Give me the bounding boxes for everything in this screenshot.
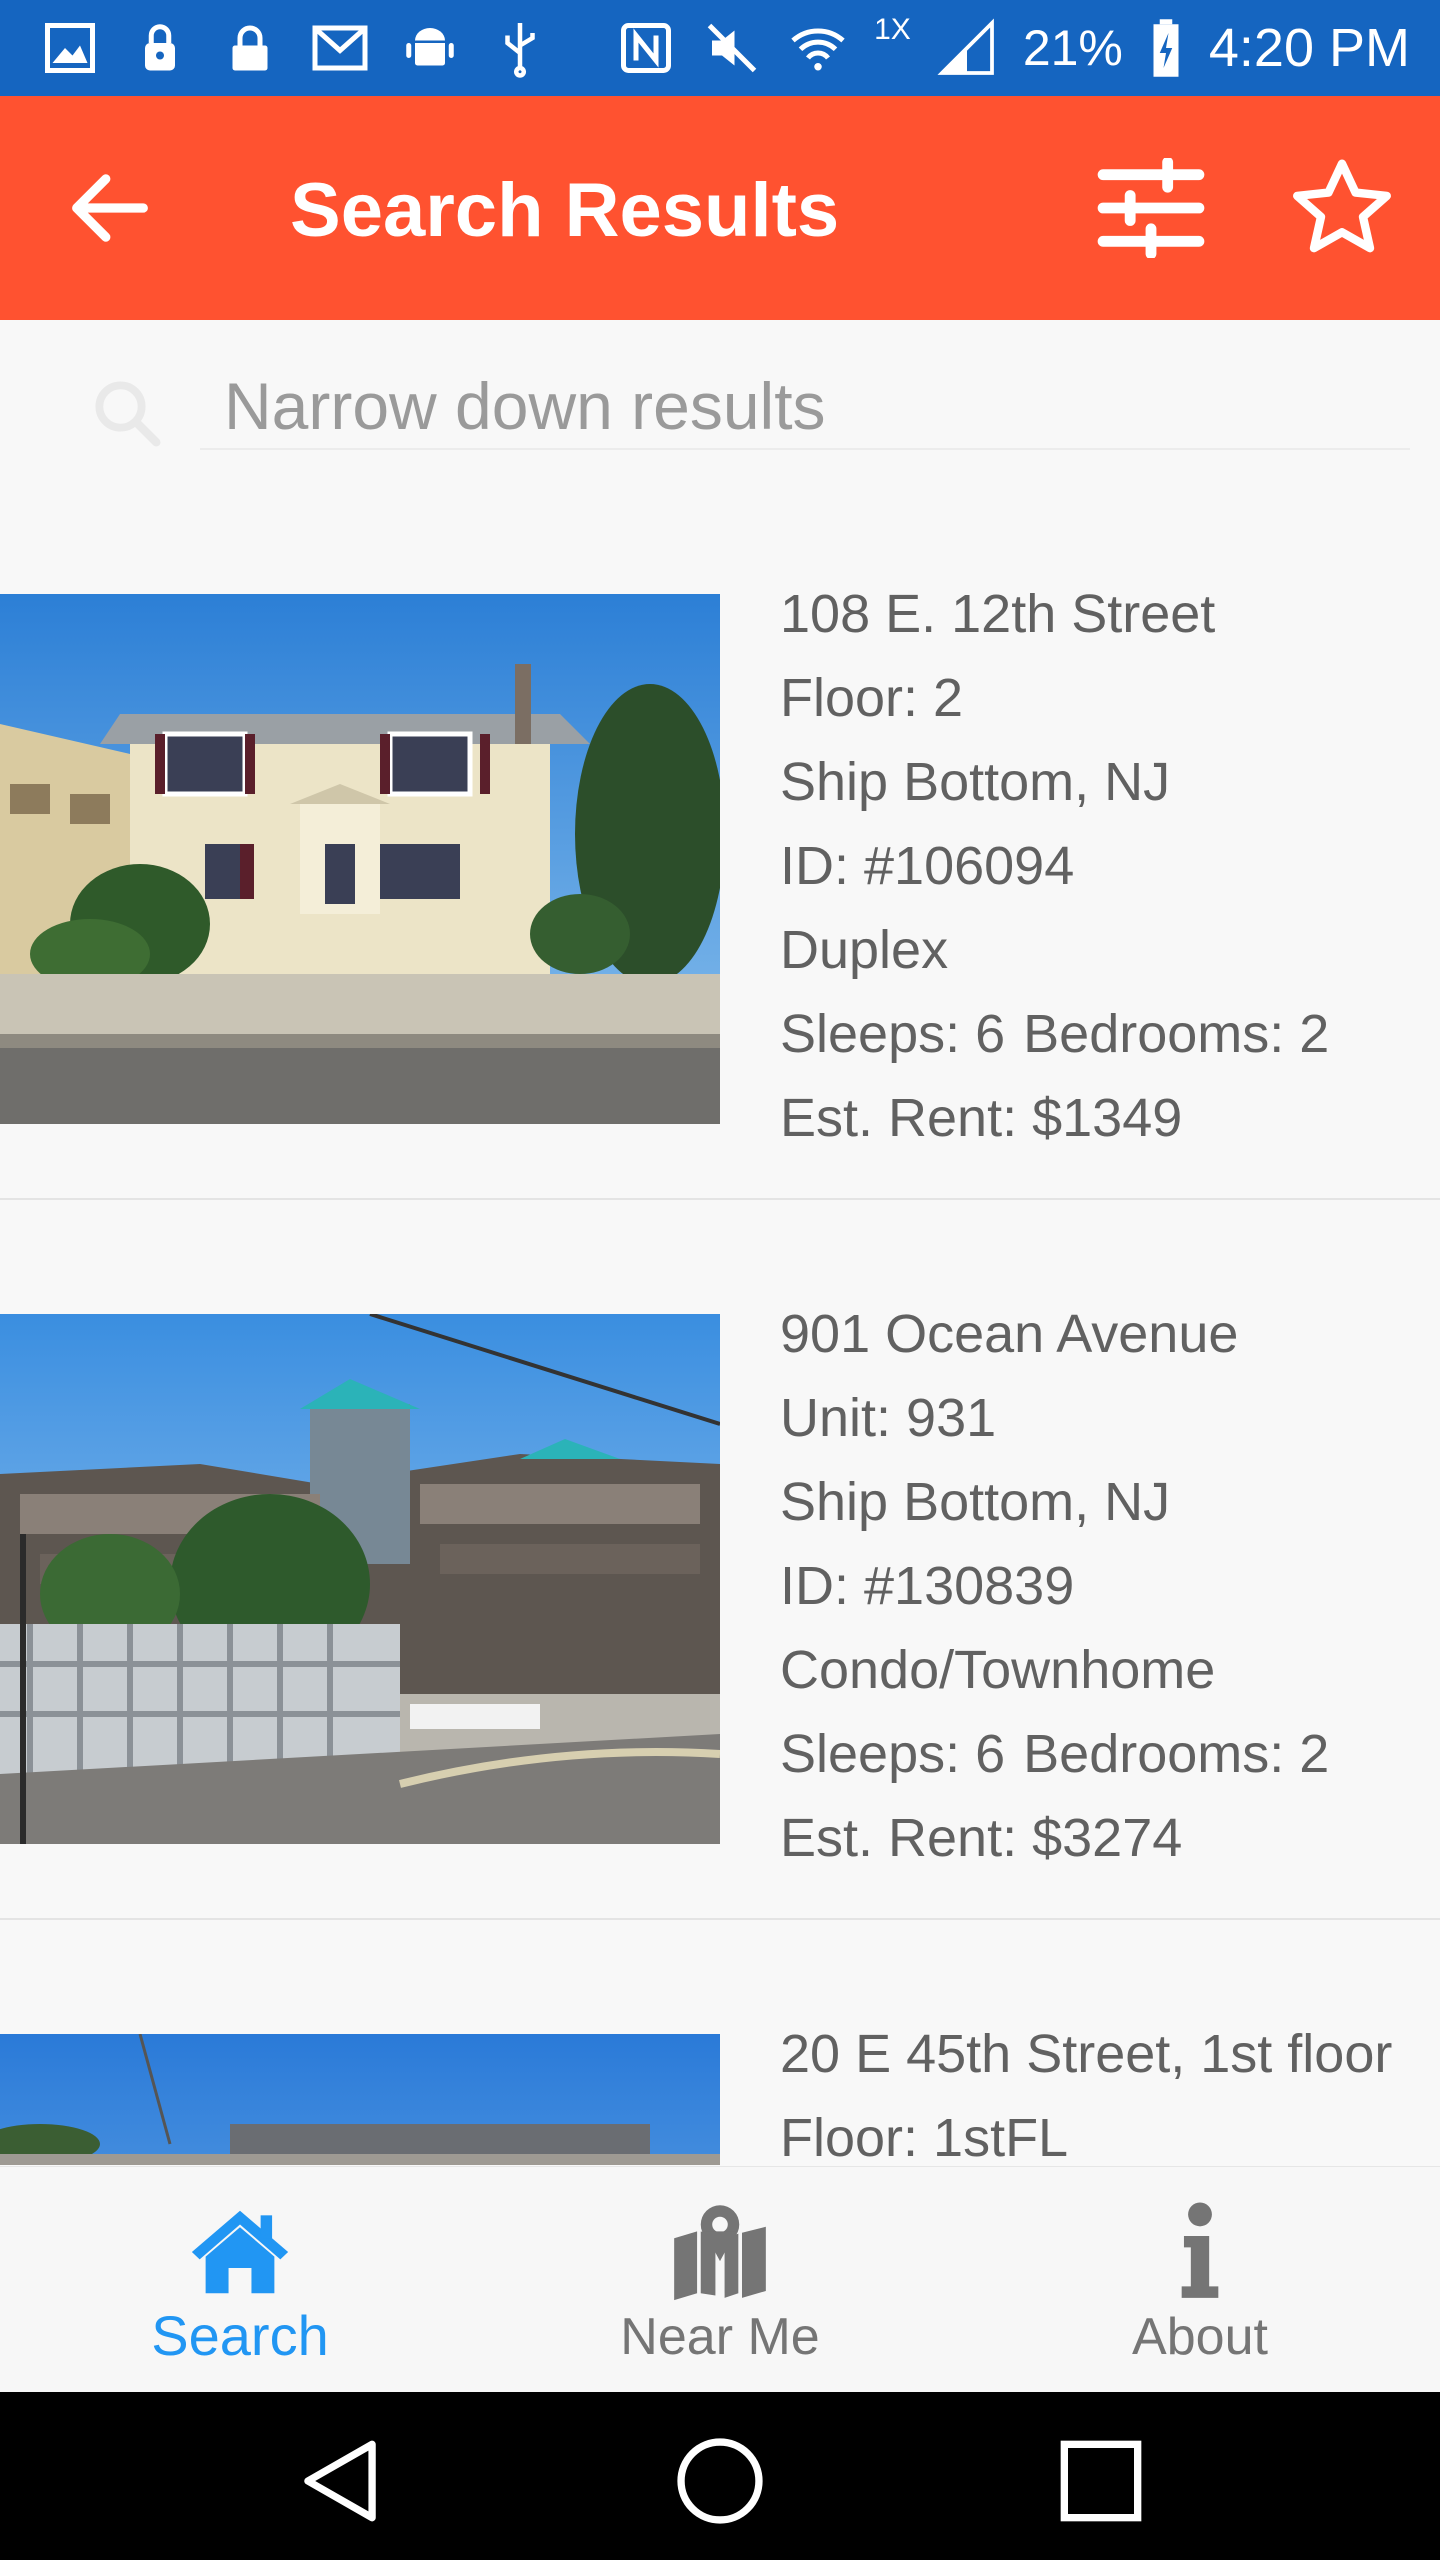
nfc-icon — [621, 23, 672, 73]
gmail-icon — [312, 25, 368, 71]
mute-icon — [707, 23, 757, 73]
property-id: ID: #106094 — [780, 836, 1075, 896]
notification-icons — [40, 18, 550, 78]
list-item[interactable]: 20 E 45th Street, 1st floor Floor: 1stFL — [0, 1920, 1440, 2165]
property-type: Condo/Townhome — [780, 1640, 1216, 1700]
gallery-icon — [45, 23, 95, 73]
tab-near-me[interactable]: Near Me — [480, 2167, 960, 2393]
home-icon — [191, 2210, 289, 2294]
list-item[interactable]: 108 E. 12th Street Floor: 2 Ship Bottom,… — [0, 480, 1440, 1200]
search-icon — [95, 381, 161, 447]
tab-search[interactable]: Search — [0, 2167, 480, 2393]
system-icons: 1X 21% 4:20 PM — [616, 10, 1410, 86]
property-details: 108 E. 12th Street Floor: 2 Ship Bottom,… — [780, 572, 1420, 1160]
property-bedrooms: Bedrooms: 2 — [1023, 1004, 1330, 1064]
wifi-icon — [791, 28, 845, 71]
property-rent: Est. Rent: $1349 — [780, 1088, 1183, 1148]
home-circle-icon[interactable] — [665, 2426, 775, 2536]
network-type-label: 1X — [874, 13, 911, 46]
tab-near-me-label: Near Me — [620, 2308, 820, 2366]
property-address: 901 Ocean Avenue — [780, 1304, 1239, 1364]
property-type: Duplex — [780, 920, 949, 980]
property-rent: Est. Rent: $3274 — [780, 1808, 1183, 1868]
property-photo — [0, 2034, 720, 2165]
tab-about[interactable]: About — [960, 2167, 1440, 2393]
android-icon — [406, 28, 454, 66]
property-bedrooms: Bedrooms: 2 — [1023, 1724, 1330, 1784]
page-title: Search Results — [290, 168, 840, 253]
bottom-navigation: Search Near Me About — [0, 2166, 1440, 2392]
property-unit: Floor: 1stFL — [780, 2108, 1069, 2165]
property-address: 108 E. 12th Street — [780, 584, 1216, 644]
sliders-icon[interactable] — [1096, 158, 1206, 258]
info-icon — [1181, 2202, 1219, 2298]
property-details: 901 Ocean Avenue Unit: 931 Ship Bottom, … — [780, 1292, 1420, 1880]
property-details: 20 E 45th Street, 1st floor Floor: 1stFL — [780, 2012, 1420, 2165]
property-sleeps: Sleeps: 6 — [780, 1004, 1006, 1064]
lock-icon — [232, 25, 268, 71]
back-triangle-icon[interactable] — [285, 2426, 395, 2536]
app-bar: Search Results — [0, 96, 1440, 320]
system-navigation-bar — [0, 2392, 1440, 2560]
property-photo — [0, 594, 720, 1124]
property-unit: Unit: 931 — [780, 1388, 997, 1448]
tab-about-label: About — [1132, 2308, 1268, 2366]
usb-icon — [505, 23, 535, 78]
property-capacity: Sleeps: 6 Bedrooms: 2 — [780, 1712, 1420, 1796]
search-input[interactable] — [200, 364, 1410, 450]
results-list: 108 E. 12th Street Floor: 2 Ship Bottom,… — [0, 480, 1440, 2165]
property-address: 20 E 45th Street, 1st floor — [780, 2024, 1393, 2084]
status-bar: 1X 21% 4:20 PM — [0, 0, 1440, 96]
map-marker-icon — [674, 2205, 766, 2301]
battery-charging-icon — [1153, 19, 1179, 77]
battery-percent: 21% — [1022, 20, 1123, 76]
lock-icon — [145, 24, 175, 71]
property-sleeps: Sleeps: 6 — [780, 1724, 1006, 1784]
property-city: Ship Bottom, NJ — [780, 752, 1171, 812]
list-item[interactable]: 901 Ocean Avenue Unit: 931 Ship Bottom, … — [0, 1200, 1440, 1920]
property-city: Ship Bottom, NJ — [780, 1472, 1171, 1532]
signal-icon — [937, 18, 994, 75]
property-photo — [0, 1314, 720, 1844]
clock: 4:20 PM — [1208, 18, 1410, 78]
star-outline-icon[interactable] — [1286, 152, 1398, 264]
property-unit: Floor: 2 — [780, 668, 964, 728]
search-bar — [0, 320, 1440, 480]
arrow-left-icon[interactable] — [60, 158, 160, 258]
property-capacity: Sleeps: 6 Bedrooms: 2 — [780, 992, 1420, 1076]
property-id: ID: #130839 — [780, 1556, 1075, 1616]
recents-square-icon[interactable] — [1046, 2426, 1156, 2536]
tab-search-label: Search — [151, 2304, 329, 2367]
